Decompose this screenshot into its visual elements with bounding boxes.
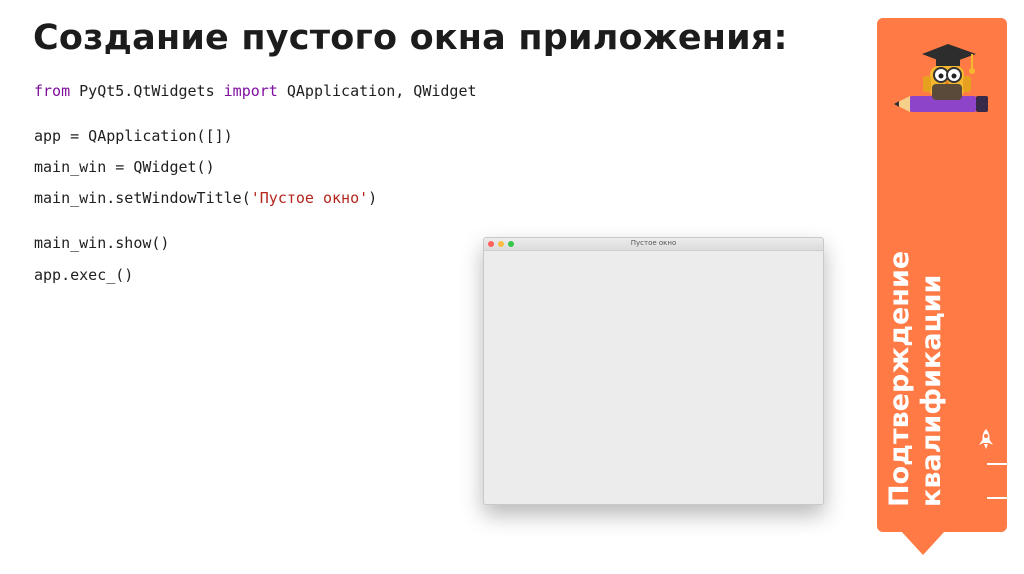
code-line-app: app = QApplication([]) [34,127,233,145]
code-imported-names: QApplication, QWidget [277,82,477,100]
sidebar-divider [987,463,1007,465]
code-line-widget: main_win = QWidget() [34,158,215,176]
slide-title: Создание пустого окна приложения: [33,18,788,58]
code-line-show: main_win.show() [34,234,170,252]
code-line-exec: app.exec_() [34,266,134,284]
sidebar-label: Подтверждение квалификации [884,250,948,507]
sidebar-label-line2: квалификации [916,274,947,507]
window-titlebar: Пустое окно [484,238,823,251]
code-call-suffix: ) [368,189,378,207]
sidebar-label-line1: Подтверждение [884,250,915,507]
empty-window-preview: Пустое окно [483,237,824,505]
sidebar-arrow [901,531,945,555]
code-module: PyQt5.QtWidgets [70,82,224,100]
window-title: Пустое окно [630,239,677,247]
keyword-import: import [223,82,278,100]
rocket-icon [979,429,993,449]
code-line-import: from PyQt5.QtWidgets import QApplication… [34,82,477,100]
code-call-prefix: main_win.setWindowTitle( [34,189,251,207]
keyword-from: from [34,82,71,100]
code-string-literal: 'Пустое окно' [250,189,369,207]
mascot-owl-icon [894,44,988,112]
sidebar-divider [987,497,1007,499]
code-line-set-title: main_win.setWindowTitle('Пустое окно') [34,189,377,207]
